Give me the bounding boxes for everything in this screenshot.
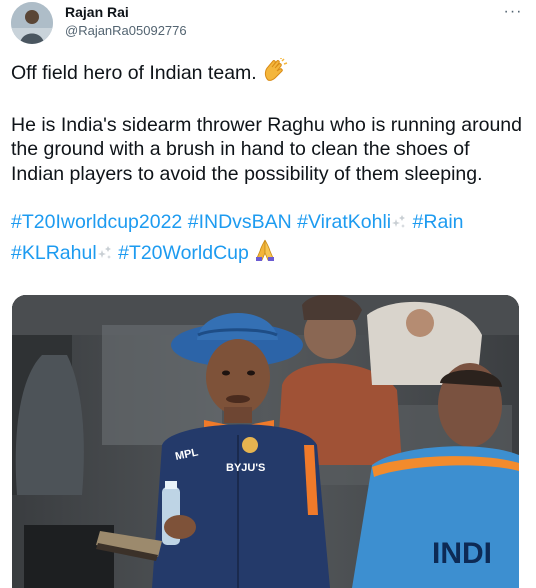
shirt-text: INDI <box>432 537 492 570</box>
avatar[interactable] <box>11 2 53 44</box>
tweet-card: Rajan Rai @RajanRa05092776 ··· Off field… <box>0 0 536 588</box>
hashtag-link[interactable]: #ViratKohli <box>297 211 391 233</box>
tweet-line-1: Off field hero of Indian team. <box>11 58 526 89</box>
author-handle[interactable]: @RajanRa05092776 <box>65 23 187 38</box>
tweet-line-1-text: Off field hero of Indian team. <box>11 62 257 84</box>
tweet-media-image[interactable]: INDI BYJU'S MPL <box>12 295 519 588</box>
clapping-hands-icon <box>262 58 288 89</box>
folded-hands-icon <box>254 238 276 269</box>
jersey-logo-text: BYJU'S <box>226 462 265 474</box>
tweet-paragraph-2: He is India's sidearm thrower Raghu who … <box>11 113 522 185</box>
hashtag-link[interactable]: #T20Iworldcup2022 <box>11 211 182 233</box>
sparkles-icon <box>97 244 113 269</box>
photo-scene: INDI BYJU'S MPL <box>12 295 519 588</box>
author-display-name[interactable]: Rajan Rai <box>65 4 129 20</box>
tweet-hashtags: #T20Iworldcup2022 #INDvsBAN #ViratKohli … <box>11 210 526 268</box>
sparkles-icon <box>391 213 407 238</box>
tweet-text: Off field hero of Indian team. He is Ind… <box>11 58 526 268</box>
hashtag-link[interactable]: #KLRahul <box>11 242 97 264</box>
hashtag-link[interactable]: #Rain <box>413 211 464 233</box>
more-options-button[interactable]: ··· <box>500 2 526 22</box>
hashtag-link[interactable]: #INDvsBAN <box>188 211 292 233</box>
hashtag-link[interactable]: #T20WorldCup <box>118 242 249 264</box>
avatar-image <box>11 2 53 44</box>
